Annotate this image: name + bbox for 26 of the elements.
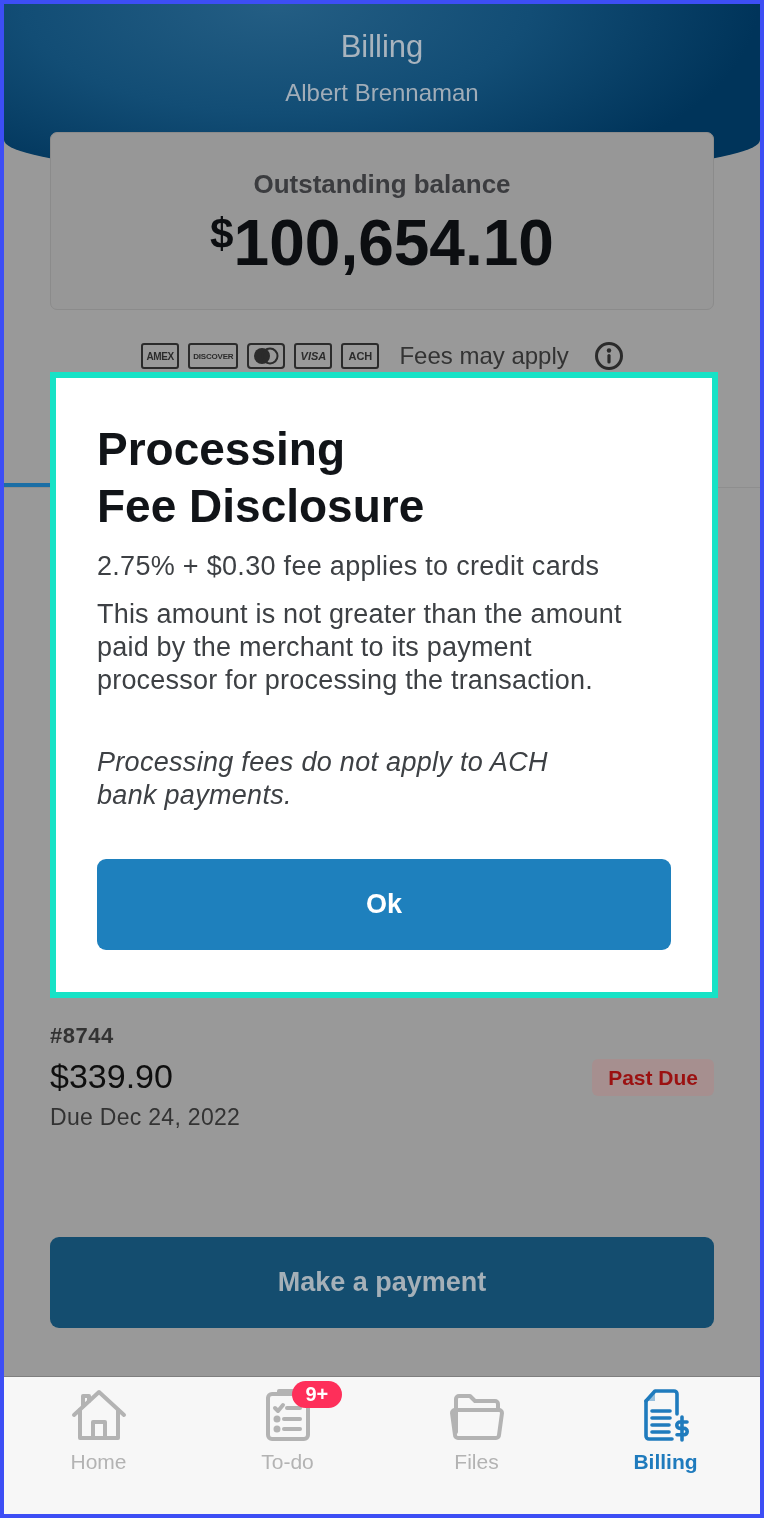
invoice-amount: $339.90 xyxy=(50,1057,173,1095)
payment-method-logo: AMEX xyxy=(141,343,180,369)
make-payment-button[interactable]: Make a payment xyxy=(50,1237,714,1328)
user-name: Albert Brennaman xyxy=(285,79,479,107)
info-icon[interactable] xyxy=(594,342,623,370)
payment-method-logo: ACH xyxy=(341,343,380,369)
payment-method-logo: VISA xyxy=(294,343,333,369)
due-date: Due Dec 24, 2022 xyxy=(50,1104,241,1130)
fees-note: Fees may apply xyxy=(399,342,569,370)
nav-tab[interactable]: 9+ To-do xyxy=(193,1377,382,1514)
ach-note: Processing fees do not apply to ACH bank payments. xyxy=(97,746,549,812)
balance-label: Outstanding balance xyxy=(253,169,511,199)
card-logo-icon xyxy=(247,343,286,369)
disclosure-text: This amount is not greater than the amount paid by the merchant to its payment processor for processing the transaction. xyxy=(97,598,623,697)
dialog-title: Processing Fee Disclosure xyxy=(97,422,425,534)
status-badge: Past Due xyxy=(592,1059,714,1096)
fee-summary: 2.75% + $0.30 fee applies to credit cards xyxy=(97,550,600,583)
document-dollar-icon xyxy=(641,1388,690,1442)
home-icon xyxy=(70,1388,127,1442)
page-title: Billing xyxy=(340,30,424,64)
invoice-number: #8744 xyxy=(50,1024,114,1048)
ok-button[interactable]: Ok xyxy=(97,859,671,950)
payment-method-logo: DISCOVER xyxy=(188,343,239,369)
count-badge: 9+ xyxy=(291,1381,343,1408)
nav-tab[interactable]: Billing xyxy=(571,1377,760,1514)
balance-amount: $^{$}$100,654.10 xyxy=(210,208,554,278)
